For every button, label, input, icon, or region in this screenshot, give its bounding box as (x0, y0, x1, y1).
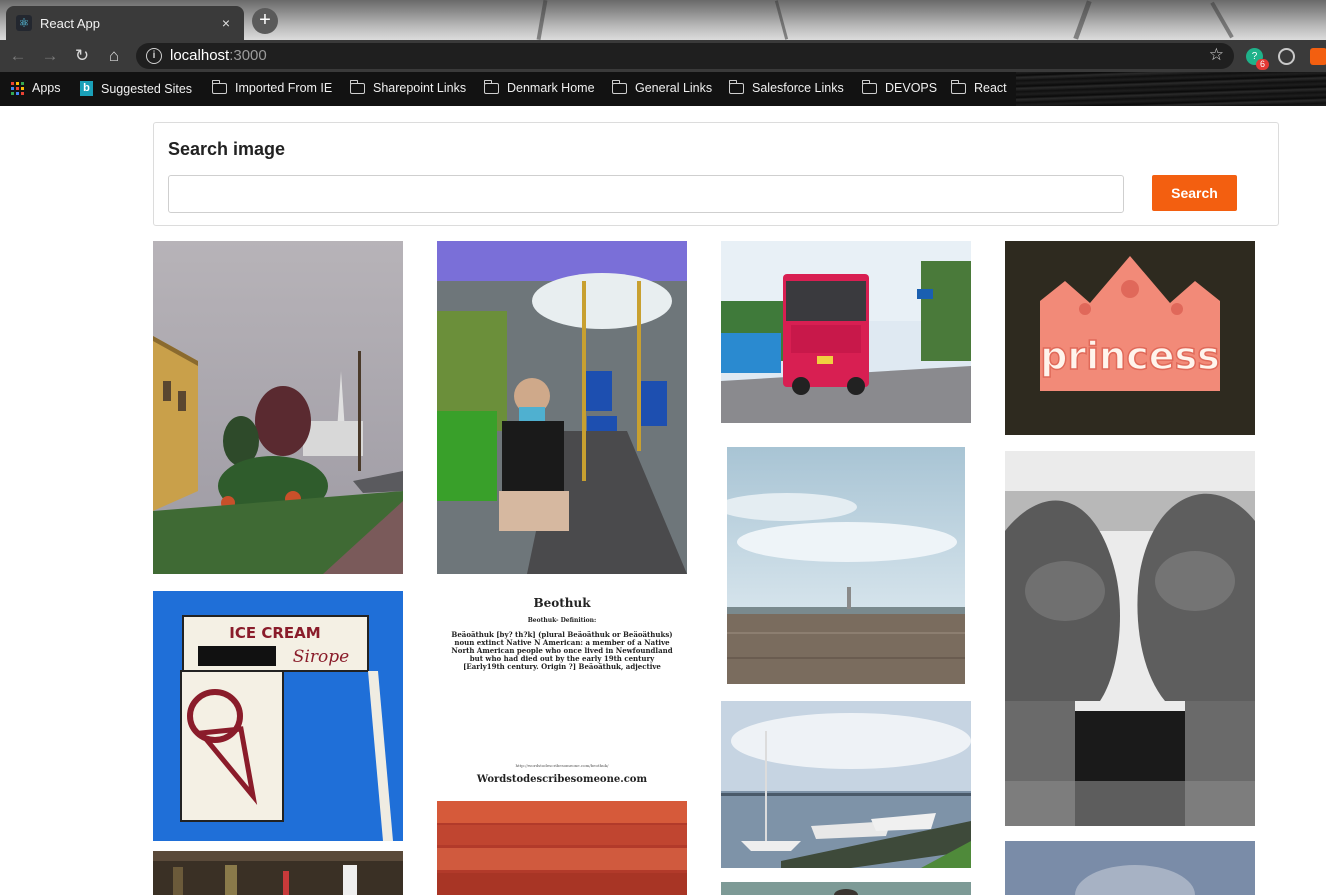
folder-icon (611, 79, 627, 94)
tab-strip: ⚛ React App × + (0, 0, 1326, 40)
background-branch (774, 0, 789, 40)
beothuk-source-url: http://wordstodescribesomeone.com/beothu… (515, 763, 609, 768)
extension-target-icon[interactable] (1278, 48, 1295, 65)
princess-cookie-text: princess (1040, 334, 1220, 378)
gallery-image-marina[interactable] (721, 701, 971, 868)
folder-icon (483, 79, 499, 94)
bing-icon: b (80, 81, 93, 96)
apps-grid-icon (11, 81, 24, 95)
reload-icon[interactable]: ↻ (68, 40, 96, 72)
bookmark-star-icon[interactable]: ☆ (1209, 45, 1224, 65)
beothuk-site-name: Wordstodescribesomeone.com (476, 774, 648, 785)
bookmark-denmark-home[interactable]: Denmark Home (483, 79, 595, 95)
beothuk-heading: Beothuk (533, 596, 591, 610)
ice-cream-sign-text: ICE CREAM (229, 624, 320, 642)
folder-icon (349, 79, 365, 94)
url-host: localhost (170, 47, 230, 64)
bookmark-label: Imported From IE (235, 81, 333, 95)
bookmark-react[interactable]: React (950, 79, 1007, 95)
bookmark-salesforce-links[interactable]: Salesforce Links (728, 79, 844, 95)
bookmarks-bar: Apps b Suggested Sites Imported From IE … (0, 72, 1326, 106)
search-button[interactable]: Search (1152, 175, 1237, 211)
search-title: Search image (168, 139, 286, 159)
gallery-image-beothuk-definition[interactable]: Beothuk Beothuk- Definition: Beäoäthuk [… (437, 591, 687, 791)
gallery-image-princess-cookie[interactable]: princess (1005, 241, 1255, 435)
gallery-image-hedge-arch[interactable] (1005, 451, 1255, 826)
extension-badge: 6 (1256, 59, 1269, 70)
gallery-image-church[interactable] (153, 241, 403, 574)
bookmark-general-links[interactable]: General Links (611, 79, 713, 95)
extension-shield-icon[interactable] (1310, 48, 1326, 65)
gallery-image-sea-sky[interactable] (727, 447, 965, 684)
gallery-image-street[interactable] (153, 851, 403, 895)
bookmark-label: Sharepoint Links (373, 81, 467, 95)
gallery-image-cloudy-sky[interactable] (1005, 841, 1255, 895)
browser-toolbar: ← → ↻ ⌂ i localhost:3000 ☆ ? 6 (0, 40, 1326, 72)
forward-icon[interactable]: → (36, 40, 64, 72)
home-icon[interactable]: ⌂ (100, 40, 128, 72)
address-bar[interactable]: i localhost:3000 ☆ (136, 43, 1234, 69)
bookmark-label: Apps (32, 81, 61, 95)
url-text: localhost:3000 (170, 47, 267, 64)
background-branch (536, 0, 548, 40)
bookmark-label: DEVOPS (885, 81, 938, 95)
gallery-image-ice-cream-sign[interactable]: ICE CREAM Sirope (153, 591, 403, 841)
background-branch (1210, 1, 1234, 39)
folder-icon (728, 79, 744, 94)
background-branch (1073, 0, 1092, 40)
browser-tab[interactable]: ⚛ React App × (6, 6, 244, 40)
bookmark-imported-from-ie[interactable]: Imported From IE (211, 79, 333, 95)
search-card: Search image Search (153, 122, 1279, 226)
beothuk-subheading: Beothuk- Definition: (527, 617, 597, 624)
bookmark-devops[interactable]: DEVOPS (861, 79, 938, 95)
bookmark-label: Denmark Home (507, 81, 595, 95)
gallery-image-red-bus[interactable] (721, 241, 971, 423)
gallery-image-wood-planks[interactable] (437, 801, 687, 895)
gallery-image-water-partial[interactable] (721, 882, 971, 895)
bookmark-label: General Links (635, 81, 713, 95)
bookmark-apps[interactable]: Apps (11, 81, 61, 95)
close-tab-icon[interactable]: × (218, 15, 234, 31)
bookmark-label: Salesforce Links (752, 81, 844, 95)
react-logo-icon: ⚛ (16, 15, 32, 31)
beothuk-definition-body: Beäoäthuk [by? th?k] (plural Beäoäthuk o… (451, 630, 673, 671)
new-tab-button[interactable]: + (252, 8, 278, 34)
tab-title: React App (40, 15, 100, 31)
info-icon[interactable]: i (146, 48, 162, 64)
search-input[interactable] (168, 175, 1124, 213)
bookmark-sharepoint-links[interactable]: Sharepoint Links (349, 79, 467, 95)
back-icon[interactable]: ← (4, 40, 32, 72)
bookmark-suggested-sites[interactable]: b Suggested Sites (80, 81, 192, 96)
sirope-sign-text: Sirope (293, 647, 349, 667)
folder-icon (950, 79, 966, 94)
bookmark-label: React (974, 81, 1007, 95)
folder-icon (211, 79, 227, 94)
url-port: :3000 (229, 47, 267, 64)
folder-icon (861, 79, 877, 94)
bookmark-label: Suggested Sites (101, 81, 193, 96)
gallery-image-bus-interior[interactable] (437, 241, 687, 574)
